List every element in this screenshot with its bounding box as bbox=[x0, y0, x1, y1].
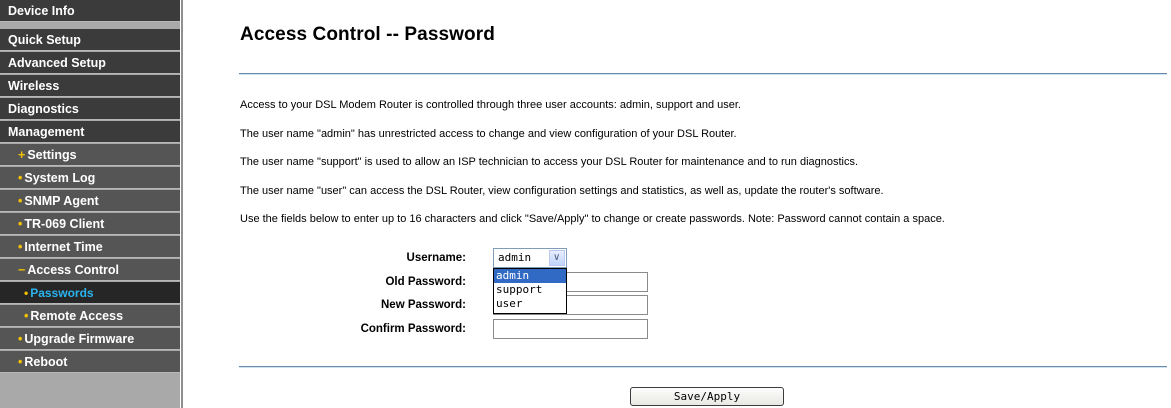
username-label: Username: bbox=[406, 252, 466, 264]
page-root: Device Info Quick Setup Advanced Setup W… bbox=[0, 0, 1171, 408]
sidebar-item-access-control[interactable]: − Access Control bbox=[0, 259, 180, 281]
sidebar-item-management[interactable]: Management bbox=[0, 121, 180, 143]
divider-bottom bbox=[239, 366, 1167, 368]
bullet-icon: • bbox=[24, 286, 29, 300]
old-password-label: Old Password: bbox=[385, 276, 466, 288]
sidebar-item-system-log[interactable]: • System Log bbox=[0, 167, 180, 189]
sidebar-item-advanced-setup[interactable]: Advanced Setup bbox=[0, 52, 180, 74]
page-title: Access Control -- Password bbox=[240, 24, 495, 45]
sidebar-item-label: Internet Time bbox=[24, 240, 103, 254]
new-password-label: New Password: bbox=[381, 299, 466, 311]
sidebar-item-label: Management bbox=[8, 125, 85, 139]
username-option-user[interactable]: user bbox=[494, 297, 566, 311]
sidebar-item-label: Wireless bbox=[8, 79, 60, 93]
intro-paragraph: Access to your DSL Modem Router is contr… bbox=[240, 99, 741, 111]
bullet-icon: • bbox=[18, 171, 23, 185]
dropdown-button[interactable]: ∨ bbox=[549, 250, 565, 266]
sidebar-item-label: Device Info bbox=[8, 4, 75, 18]
sidebar-item-label: Quick Setup bbox=[8, 33, 81, 47]
sidebar-item-label: Remote Access bbox=[30, 309, 124, 323]
support-description: The user name "support" is used to allow… bbox=[240, 156, 859, 168]
sidebar-item-label: SNMP Agent bbox=[24, 194, 99, 208]
expand-plus-icon: + bbox=[18, 148, 26, 162]
username-select-value: admin bbox=[498, 251, 532, 264]
instructions-note: Use the fields below to enter up to 16 c… bbox=[240, 213, 945, 225]
sidebar-item-label: Access Control bbox=[27, 263, 120, 277]
sidebar-item-diagnostics[interactable]: Diagnostics bbox=[0, 98, 180, 120]
sidebar-item-quick-setup[interactable]: Quick Setup bbox=[0, 29, 180, 51]
chevron-down-icon: ∨ bbox=[553, 252, 561, 263]
sidebar: Device Info Quick Setup Advanced Setup W… bbox=[0, 0, 180, 408]
save-apply-button[interactable]: Save/Apply bbox=[630, 387, 784, 406]
sidebar-item-label: Reboot bbox=[24, 355, 68, 369]
username-option-support[interactable]: support bbox=[494, 283, 566, 297]
user-description: The user name "user" can access the DSL … bbox=[240, 185, 884, 197]
bullet-icon: • bbox=[24, 309, 29, 323]
sidebar-item-wireless[interactable]: Wireless bbox=[0, 75, 180, 97]
bullet-icon: • bbox=[18, 194, 23, 208]
sidebar-item-label: System Log bbox=[24, 171, 96, 185]
sidebar-item-settings[interactable]: + Settings bbox=[0, 144, 180, 166]
sidebar-item-label: Upgrade Firmware bbox=[24, 332, 135, 346]
collapse-minus-icon: − bbox=[18, 263, 26, 277]
admin-description: The user name "admin" has unrestricted a… bbox=[240, 128, 737, 140]
bullet-icon: • bbox=[18, 355, 23, 369]
sidebar-item-label: Settings bbox=[27, 148, 77, 162]
divider-top bbox=[239, 73, 1167, 75]
sidebar-item-upgrade-firmware[interactable]: • Upgrade Firmware bbox=[0, 328, 180, 350]
confirm-password-label: Confirm Password: bbox=[360, 323, 466, 335]
bullet-icon: • bbox=[18, 240, 23, 254]
sidebar-item-label: Advanced Setup bbox=[8, 56, 106, 70]
sidebar-item-label: TR-069 Client bbox=[24, 217, 105, 231]
sidebar-divider bbox=[181, 0, 183, 408]
sidebar-item-snmp-agent[interactable]: • SNMP Agent bbox=[0, 190, 180, 212]
sidebar-item-passwords[interactable]: • Passwords bbox=[0, 282, 180, 304]
sidebar-item-reboot[interactable]: • Reboot bbox=[0, 351, 180, 373]
sidebar-item-internet-time[interactable]: • Internet Time bbox=[0, 236, 180, 258]
sidebar-item-remote-access[interactable]: • Remote Access bbox=[0, 305, 180, 327]
sidebar-item-device-info[interactable]: Device Info bbox=[0, 0, 180, 22]
sidebar-item-label: Passwords bbox=[30, 286, 94, 300]
username-select[interactable]: admin ∨ bbox=[493, 248, 567, 268]
confirm-password-field[interactable] bbox=[493, 319, 648, 339]
username-dropdown-list: admin support user bbox=[493, 268, 567, 314]
bullet-icon: • bbox=[18, 217, 23, 231]
bullet-icon: • bbox=[18, 332, 23, 346]
sidebar-item-label: Diagnostics bbox=[8, 102, 79, 116]
username-option-admin[interactable]: admin bbox=[494, 269, 566, 283]
sidebar-item-tr069-client[interactable]: • TR-069 Client bbox=[0, 213, 180, 235]
